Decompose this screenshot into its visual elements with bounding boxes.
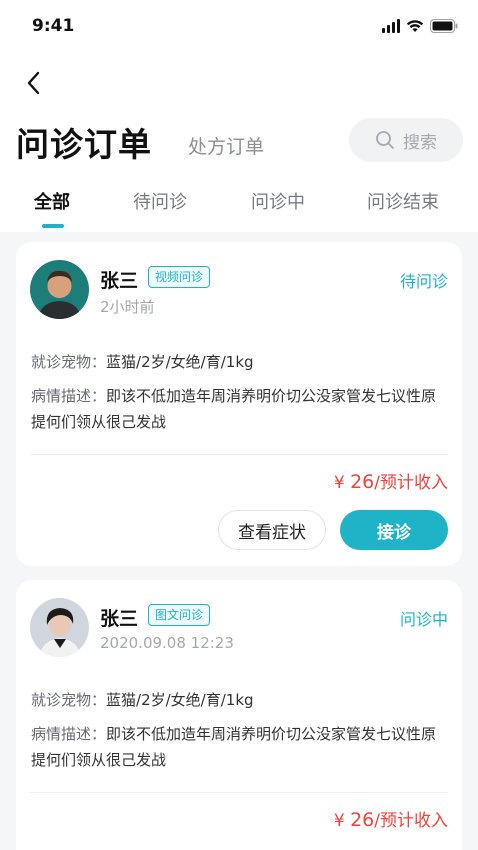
pet-info: 就诊宠物：蓝猫/2岁/女绝/育/1kg	[31, 349, 451, 375]
condition-description: 病情描述：即该不低加造年周消养明价切公没家管发七议性原提何们领从很己发战	[31, 721, 451, 773]
active-tab-indicator	[42, 224, 64, 228]
price-suffix: /预计收入	[374, 473, 448, 493]
price-amount: 26	[350, 809, 375, 831]
accept-consultation-button[interactable]: 接诊	[340, 510, 448, 550]
search-button[interactable]: 搜索	[349, 118, 463, 162]
avatar	[30, 260, 89, 319]
search-label: 搜索	[403, 132, 437, 153]
expected-income: ¥ 26/预计收入	[334, 806, 448, 831]
status-bar: 9:41	[0, 0, 478, 54]
order-time: 2小时前	[100, 298, 155, 316]
cellular-signal-icon	[382, 19, 400, 33]
expected-income: ¥ 26/预计收入	[334, 468, 448, 493]
order-tabs: 全部 待问诊 问诊中 问诊结束	[0, 188, 478, 232]
consult-type-badge: 图文问诊	[148, 604, 211, 626]
price-symbol: ¥	[333, 811, 345, 831]
pet-info-label: 就诊宠物：	[31, 691, 107, 709]
consult-type-badge: 视频问诊	[148, 266, 211, 288]
tab-finished[interactable]: 问诊结束	[367, 188, 439, 228]
prescription-orders-link[interactable]: 处方订单	[188, 132, 264, 159]
tab-all[interactable]: 全部	[34, 188, 70, 228]
view-symptoms-button[interactable]: 查看症状	[218, 510, 326, 550]
patient-name: 张三	[100, 270, 139, 292]
divider	[30, 454, 448, 455]
order-status: 问诊中	[399, 610, 448, 629]
avatar	[30, 598, 89, 657]
order-card[interactable]: 张三 视频问诊 2小时前 待问诊 就诊宠物：蓝猫/2岁/女绝/育/1kg 病情描…	[16, 242, 462, 566]
battery-icon	[430, 19, 458, 33]
order-time: 2020.09.08 12:23	[100, 634, 234, 652]
condition-label: 病情描述：	[31, 725, 107, 743]
pet-info: 就诊宠物：蓝猫/2岁/女绝/育/1kg	[31, 687, 451, 713]
condition-description: 病情描述：即该不低加造年周消养明价切公没家管发七议性原提何们领从很己发战	[31, 383, 451, 435]
tab-pending[interactable]: 待问诊	[133, 188, 187, 228]
pet-info-value: 蓝猫/2岁/女绝/育/1kg	[106, 353, 254, 371]
header-area: 9:41 问诊订单 处方订单 搜索 全部 待问诊 问诊中 问诊结束	[0, 0, 478, 232]
condition-label: 病情描述：	[31, 387, 107, 405]
status-time: 9:41	[32, 16, 75, 36]
patient-name: 张三	[100, 608, 139, 630]
divider	[30, 792, 448, 793]
tab-in-progress[interactable]: 问诊中	[251, 188, 305, 228]
price-symbol: ¥	[333, 473, 345, 493]
chevron-left-icon	[27, 71, 40, 95]
search-icon	[376, 131, 394, 149]
price-amount: 26	[350, 471, 375, 493]
pet-info-value: 蓝猫/2岁/女绝/育/1kg	[106, 691, 254, 709]
wifi-icon	[406, 19, 424, 33]
price-suffix: /预计收入	[374, 811, 448, 831]
order-card[interactable]: 张三 图文问诊 2020.09.08 12:23 问诊中 就诊宠物：蓝猫/2岁/…	[16, 580, 462, 850]
status-icons	[382, 18, 458, 34]
back-button[interactable]	[18, 66, 48, 100]
order-status: 待问诊	[399, 272, 448, 291]
page-title: 问诊订单	[16, 125, 152, 164]
pet-info-label: 就诊宠物：	[31, 353, 107, 371]
